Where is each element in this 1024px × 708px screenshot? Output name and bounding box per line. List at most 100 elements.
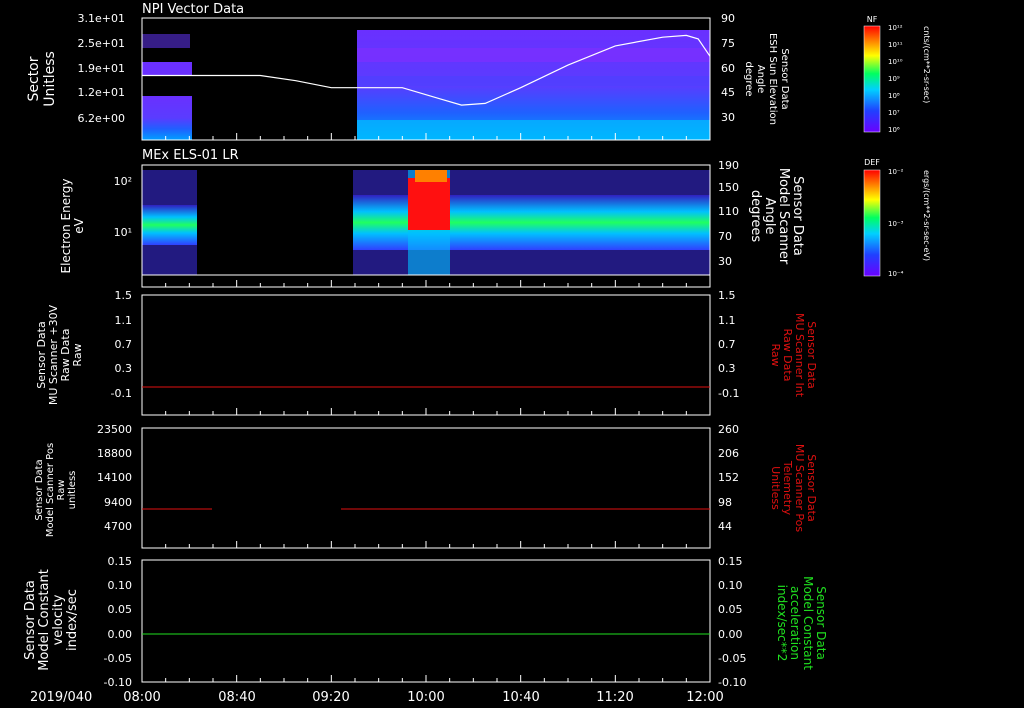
y2-axis-label: Sensor Data: [814, 586, 828, 660]
colorbar-label: NF: [867, 15, 878, 24]
right-axis: 0.15 0.10 0.05 0.00 -0.05 -0.10 Sensor D…: [718, 555, 828, 689]
y2-axis-label: degrees: [748, 190, 763, 243]
panel-title: NPI Vector Data: [142, 2, 244, 17]
y-axis-label: Raw: [71, 343, 84, 366]
y-axis-label: Sensor Data: [34, 459, 45, 520]
y-axis-label: Unitless: [42, 51, 58, 107]
colorbar-tick: 10¹¹: [888, 41, 903, 49]
right-axis: 190 150 110 70 30 Sensor Data Model Scan…: [718, 159, 805, 268]
y-axis-label: velocity: [51, 594, 66, 645]
y2-axis-label: Sensor Data: [779, 48, 790, 109]
y-axis-label: Raw: [56, 479, 67, 500]
colorbar-tick: 10⁹: [888, 75, 900, 83]
y-tick-label: 10¹: [114, 226, 132, 239]
y-tick-label: 0.10: [108, 579, 133, 592]
colorbar-tick: 10⁶: [888, 126, 900, 134]
y2-tick-label: 0.7: [718, 338, 736, 351]
x-tick-label: 11:20: [596, 690, 633, 705]
x-tick-label: 09:20: [312, 690, 349, 705]
y-tick-label: 0.15: [108, 555, 133, 568]
y2-tick-label: -0.10: [718, 676, 746, 689]
y2-tick-label: 45: [721, 86, 735, 99]
y2-tick-label: 98: [718, 496, 732, 509]
y2-tick-label: 1.1: [718, 314, 736, 327]
y2-axis-label: Unitless: [769, 466, 782, 510]
y-axis-label: Electron Energy: [59, 178, 73, 273]
y2-tick-label: 1.5: [718, 289, 736, 302]
y2-axis-label: Model Constant: [801, 576, 815, 670]
plot-canvas: NPI Vector Data 3.1e+01 2.5e+01 1.9e+01 …: [23, 2, 931, 705]
left-axis: 0.15 0.10 0.05 0.00 -0.05 -0.10 Sensor D…: [23, 555, 132, 689]
plot-frame: [141, 427, 711, 549]
y2-axis-label: degree: [743, 61, 754, 96]
y2-tick-label: -0.1: [718, 387, 739, 400]
panel-title: MEx ELS-01 LR: [142, 148, 239, 163]
y2-tick-label: 30: [718, 255, 732, 268]
y-tick-label: 4700: [104, 520, 132, 533]
y-axis-label: Model Scanner Pos: [45, 443, 56, 537]
y-tick-label: 0.05: [108, 603, 133, 616]
spectrogram-npi: [142, 30, 710, 140]
left-axis: 23500 18800 14100 9400 4700 Sensor Data …: [34, 423, 132, 537]
panel-mu-scanner-voltage: 1.5 1.1 0.7 0.3 -0.1 Sensor Data MU Scan…: [35, 289, 818, 416]
y-tick-label: 1.1: [115, 314, 133, 327]
y2-tick-label: 30: [721, 111, 735, 124]
y-axis-label: eV: [72, 217, 86, 233]
colorbar-tick: 10⁻⁴: [888, 270, 904, 278]
y-tick-label: 18800: [97, 447, 132, 460]
y2-tick-label: 44: [718, 520, 732, 533]
spectrogram-els: [142, 170, 710, 275]
y2-axis-label: Model Scanner: [776, 168, 791, 265]
y2-tick-label: 260: [718, 423, 739, 436]
y-axis-label: Model Constant: [37, 569, 52, 671]
colorbar-gradient: [863, 169, 881, 277]
y2-axis-label: index/sec**2: [775, 585, 789, 662]
x-tick-label: 10:40: [502, 690, 539, 705]
y-axis-label: unitless: [67, 471, 78, 510]
colorbar-nf: NF 10¹² 10¹¹ 10¹⁰ 10⁹ 10⁸ 10⁷ 10⁶ cnts/(…: [863, 15, 931, 134]
y2-axis-label: Angle: [762, 198, 777, 235]
y2-axis-label: Raw: [769, 343, 782, 366]
y-axis-label: Sector: [26, 56, 42, 101]
panel-els: MEx ELS-01 LR 10² 10¹ Electron Energy eV…: [59, 148, 805, 288]
y-tick-label: 0.3: [115, 362, 133, 375]
left-axis: 10² 10¹ Electron Energy eV: [59, 175, 132, 274]
colorbar-tick: 10¹²: [888, 24, 903, 32]
y2-tick-label: 75: [721, 37, 735, 50]
colorbar-units: ergs/(cm**2-sr-sec-eV): [922, 170, 931, 261]
plot-frame: [141, 294, 711, 416]
y-tick-label: 0.00: [108, 628, 133, 641]
left-axis: 3.1e+01 2.5e+01 1.9e+01 1.2e+01 6.2e+00 …: [26, 12, 125, 125]
y-tick-label: 23500: [97, 423, 132, 436]
panel-npi-vector-data: NPI Vector Data 3.1e+01 2.5e+01 1.9e+01 …: [26, 2, 790, 141]
y2-tick-label: -0.05: [718, 652, 746, 665]
y-tick-label: 10²: [114, 175, 132, 188]
y-tick-label: 1.5: [115, 289, 133, 302]
y-tick-label: 14100: [97, 471, 132, 484]
y2-tick-label: 150: [718, 181, 739, 194]
colorbar-tick: 10⁸: [888, 92, 900, 100]
x-tick-label: 10:00: [407, 690, 444, 705]
right-axis: 1.5 1.1 0.7 0.3 -0.1 Sensor Data MU Scan…: [718, 289, 818, 400]
y-tick-label: 6.2e+00: [78, 112, 125, 125]
y-tick-label: 3.1e+01: [78, 12, 125, 25]
y2-tick-label: 0.15: [718, 555, 743, 568]
y-tick-label: 1.9e+01: [78, 62, 125, 75]
y-tick-label: -0.05: [104, 652, 132, 665]
y2-tick-label: 0.05: [718, 603, 743, 616]
y2-tick-label: 0.3: [718, 362, 736, 375]
y2-tick-label: 60: [721, 62, 735, 75]
left-axis: 1.5 1.1 0.7 0.3 -0.1 Sensor Data MU Scan…: [35, 289, 132, 405]
x-tick-label: 08:00: [123, 690, 160, 705]
colorbar-tick: 10⁻³: [888, 220, 904, 228]
colorbar-gradient: [863, 25, 881, 133]
y2-tick-label: 110: [718, 205, 739, 218]
time-axis: 2019/040 08:00 08:40 09:20 10:00 10:40 1…: [30, 690, 724, 705]
colorbar-label: DEF: [864, 158, 880, 167]
y2-tick-label: 90: [721, 12, 735, 25]
y2-axis-label: ESH Sun Elevation: [767, 33, 778, 125]
x-tick-label: 12:00: [686, 690, 723, 705]
colorbar-def: DEF 10⁻² 10⁻³ 10⁻⁴ ergs/(cm**2-sr-sec-eV…: [863, 158, 931, 278]
right-axis: 90 75 60 45 30 Sensor Data ESH Sun Eleva…: [721, 12, 790, 125]
y2-tick-label: 70: [718, 230, 732, 243]
